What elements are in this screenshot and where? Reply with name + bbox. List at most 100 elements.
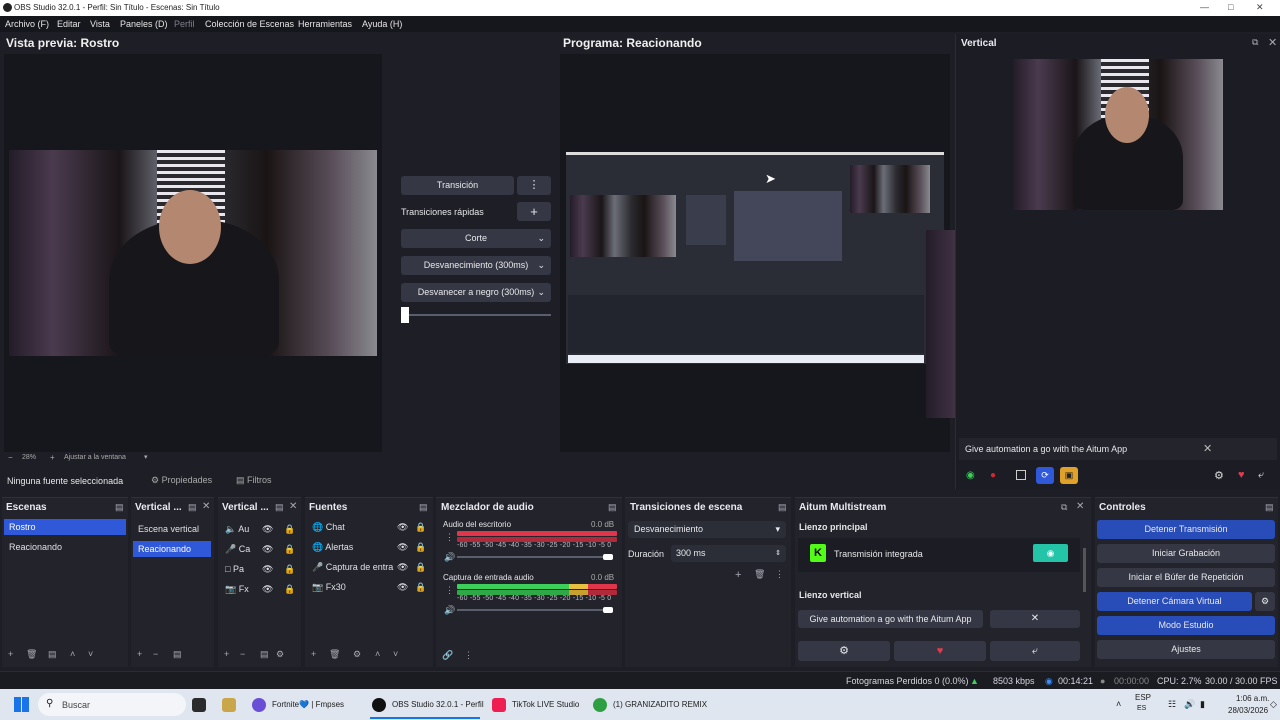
trash-icon[interactable]: 🗑 [754, 569, 765, 580]
add-icon[interactable]: + [224, 649, 229, 659]
dock-menu-icon[interactable]: ▤ [419, 502, 428, 513]
eye-icon[interactable]: 👁 [262, 541, 273, 557]
add-quick-transition-icon[interactable]: + [517, 202, 551, 221]
settings-button[interactable]: Ajustes [1097, 640, 1275, 659]
gear-icon[interactable]: ⚙ [1214, 469, 1224, 482]
tbar-handle[interactable] [401, 307, 409, 323]
stream-toggle-icon[interactable]: ◉ [1033, 544, 1068, 562]
lock-icon[interactable]: 🔒 [284, 541, 295, 557]
chevron-up-icon[interactable]: ˄ [1116, 699, 1121, 709]
close-icon[interactable]: ✕ [289, 501, 297, 512]
wifi-icon[interactable]: ☷ [1168, 699, 1176, 710]
lock-icon[interactable]: 🔒 [284, 581, 295, 597]
volume-knob[interactable] [603, 607, 613, 613]
language-indicator[interactable]: ESP [1135, 693, 1151, 702]
discord-icon[interactable] [252, 698, 266, 712]
close-icon[interactable]: ✕ [1203, 442, 1212, 455]
chat-icon[interactable]: ⤶ [1258, 469, 1264, 482]
remove-icon[interactable]: − [240, 649, 245, 659]
close-icon[interactable]: ✕ [1256, 2, 1264, 13]
down-icon[interactable]: ˅ [88, 649, 93, 659]
volume-slider[interactable] [457, 556, 609, 558]
stop-virtual-camera-button[interactable]: Detener Cámara Virtual [1097, 592, 1252, 611]
filter-icon[interactable]: ▤ [173, 649, 182, 660]
zoom-plus-icon[interactable]: + [50, 453, 55, 462]
minimize-icon[interactable]: — [1200, 2, 1209, 12]
close-icon[interactable]: ✕ [1268, 36, 1277, 49]
speaker-icon[interactable]: 🔊 [1184, 699, 1195, 710]
preview-canvas[interactable] [4, 54, 382, 452]
transition-button[interactable]: Transición [401, 176, 514, 195]
menu-perfil[interactable]: Perfil [174, 19, 195, 29]
properties-button[interactable]: ⚙ Propiedades [151, 475, 212, 486]
quick-transition-fade-black[interactable]: Desvanecer a negro (300ms) ⌄ [401, 283, 551, 302]
taskbar-app-label[interactable]: Fortnite💙 | Fmpses [272, 700, 344, 709]
windows-start-icon[interactable] [14, 697, 29, 712]
vertical-source-item[interactable]: 🔈 Au 👁 🔒 [220, 521, 298, 537]
transition-menu-icon[interactable]: ⋮ [517, 176, 551, 195]
zoom-minus-icon[interactable]: − [8, 453, 13, 462]
lock-icon[interactable]: 🔒 [284, 561, 295, 577]
gear-icon[interactable]: ⚙ [1255, 592, 1275, 611]
source-item[interactable]: 📷 Fx30 👁 🔒 [307, 579, 431, 595]
tiktok-icon[interactable] [492, 698, 506, 712]
dock-menu-icon[interactable]: ▤ [608, 502, 617, 513]
battery-icon[interactable]: ▮ [1200, 699, 1205, 710]
more-icon[interactable]: ⋮ [464, 650, 473, 661]
menu-paneles[interactable]: Paneles (D) [120, 19, 168, 29]
studio-mode-button[interactable]: Modo Estudio [1097, 616, 1275, 635]
scrollbar[interactable] [1083, 548, 1086, 592]
lock-icon[interactable]: 🔒 [415, 559, 426, 575]
taskview-icon[interactable] [192, 698, 206, 712]
gear-icon[interactable]: ⚙ [798, 641, 890, 661]
source-item[interactable]: 🎤 Captura de entra 👁 🔒 [307, 559, 431, 575]
dock-menu-icon[interactable]: ▤ [275, 502, 284, 513]
add-icon[interactable]: + [735, 569, 741, 581]
more-icon[interactable]: ⋮ [445, 532, 454, 543]
vertical-scene-item[interactable]: Escena vertical [133, 521, 211, 537]
close-icon[interactable]: ✕ [202, 501, 210, 512]
transition-select[interactable]: Desvanecimiento ▾ [628, 521, 786, 538]
up-icon[interactable]: ˄ [70, 649, 75, 659]
vertical-source-item[interactable]: 📷 Fx 👁 🔒 [220, 581, 298, 597]
dock-menu-icon[interactable]: ▤ [188, 502, 197, 513]
menu-coleccion[interactable]: Colección de Escenas [205, 19, 294, 29]
lock-icon[interactable]: 🔒 [415, 539, 426, 555]
scene-item[interactable]: Rostro [4, 519, 126, 535]
stream-icon[interactable]: ◉ [966, 470, 975, 481]
file-explorer-icon[interactable] [222, 698, 236, 712]
replay-icon[interactable]: ⟳ [1036, 467, 1054, 484]
source-item[interactable]: 🌐 Chat 👁 🔒 [307, 519, 431, 535]
fit-dropdown-icon[interactable]: ▾ [144, 453, 148, 461]
transition-tbar[interactable] [404, 314, 551, 316]
heart-icon[interactable]: ♥ [894, 641, 986, 661]
dock-menu-icon[interactable]: ▤ [778, 502, 787, 513]
add-icon[interactable]: + [8, 649, 13, 659]
search-box[interactable]: ⚲ Buscar [38, 693, 186, 716]
volume-slider[interactable] [457, 609, 609, 611]
add-icon[interactable]: + [137, 649, 142, 659]
eye-icon[interactable]: 👁 [397, 539, 408, 555]
scene-item[interactable]: Reacionando [4, 539, 126, 555]
more-icon[interactable]: ⋮ [445, 585, 454, 596]
down-icon[interactable]: ˅ [393, 649, 398, 659]
vertical-source-item[interactable]: □ Pa 👁 🔒 [220, 561, 298, 577]
gear-icon[interactable]: ⚙ [276, 649, 284, 660]
filters-button[interactable]: ▤ Filtros [236, 475, 272, 486]
clock-time[interactable]: 1:06 a.m. [1236, 694, 1269, 703]
eye-icon[interactable]: 👁 [262, 521, 273, 537]
aitum-app-button[interactable]: Give automation a go with the Aitum App [798, 610, 983, 628]
filter-icon[interactable]: ▤ [48, 649, 57, 660]
float-icon[interactable]: ⧉ [1252, 37, 1258, 48]
taskbar-app-label[interactable]: (1) GRANIZADITO REMIX [613, 700, 707, 709]
eye-icon[interactable]: 👁 [397, 519, 408, 535]
close-icon[interactable]: ✕ [990, 610, 1080, 628]
vertical-scene-item[interactable]: Reacionando [133, 541, 211, 557]
gear-icon[interactable]: ⚙ [353, 649, 361, 660]
virtualcam-icon[interactable]: ▣ [1060, 467, 1078, 484]
lock-icon[interactable]: 🔒 [284, 521, 295, 537]
eye-icon[interactable]: 👁 [262, 561, 273, 577]
eye-icon[interactable]: 👁 [397, 579, 408, 595]
eye-icon[interactable]: 👁 [262, 581, 273, 597]
volume-knob[interactable] [603, 554, 613, 560]
